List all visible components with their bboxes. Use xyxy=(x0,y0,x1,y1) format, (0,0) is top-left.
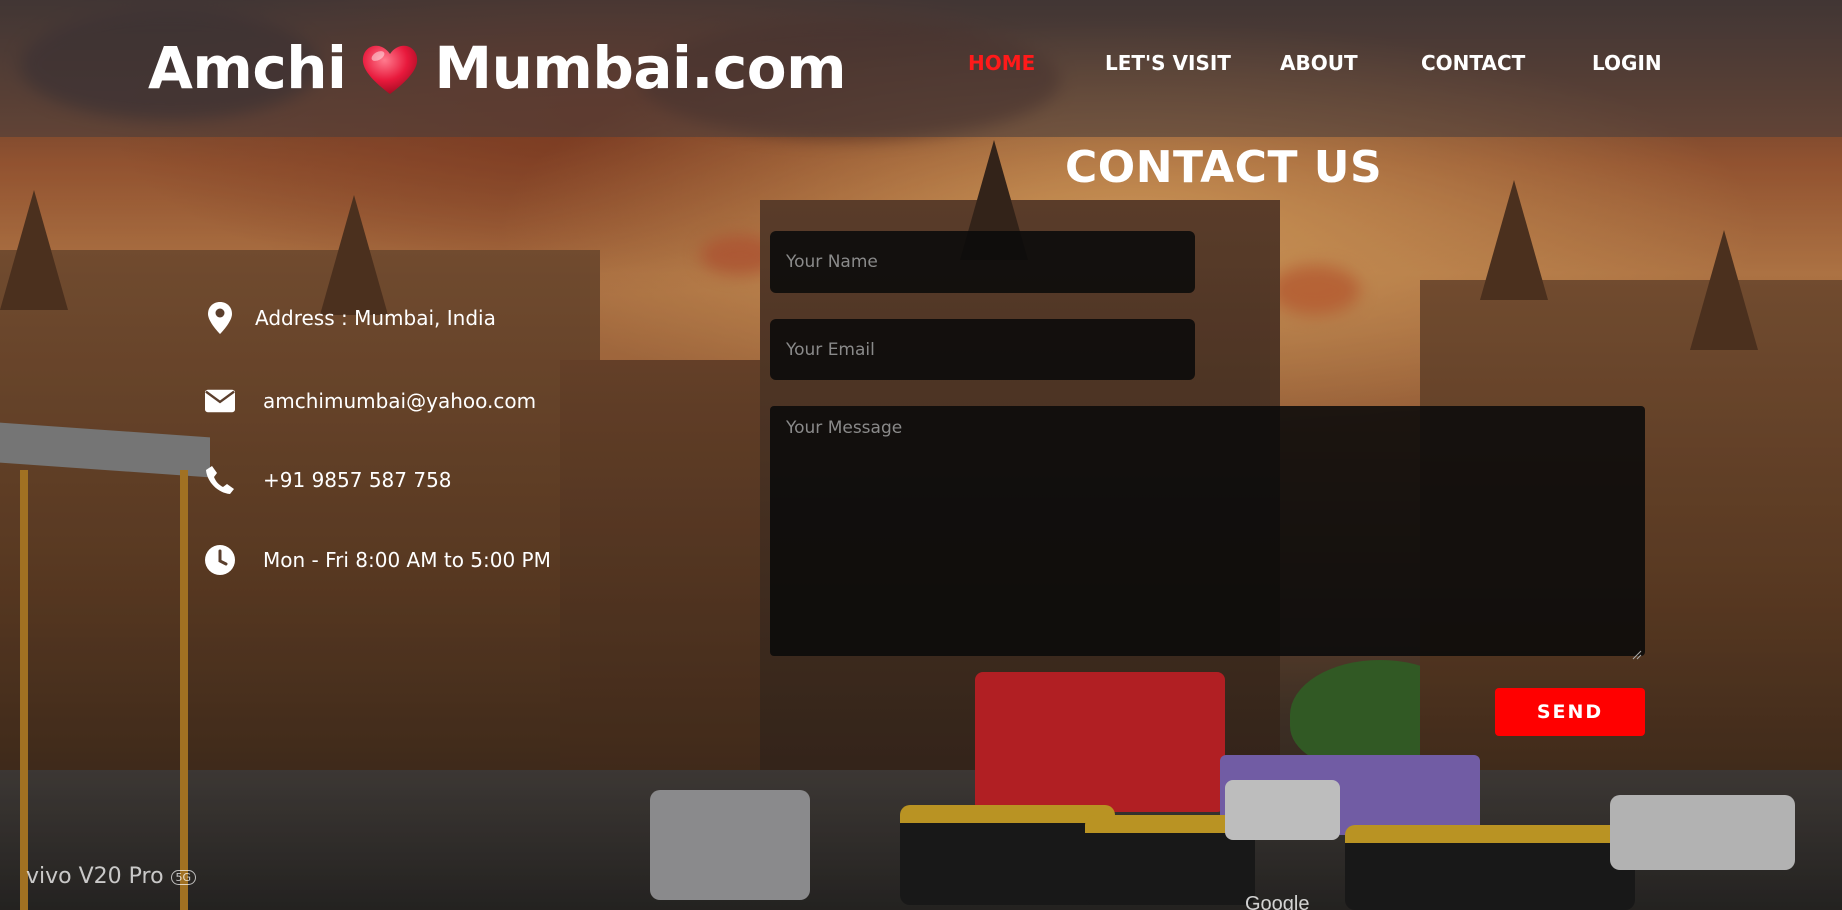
phone-text[interactable]: +91 9857 587 758 xyxy=(263,468,452,492)
resize-grip-icon[interactable] xyxy=(1630,647,1642,660)
nav-contact[interactable]: CONTACT xyxy=(1421,51,1525,75)
contact-phone: +91 9857 587 758 xyxy=(205,464,452,496)
nav-home[interactable]: HOME xyxy=(968,51,1035,75)
nav-login[interactable]: LOGIN xyxy=(1592,51,1662,75)
camera-watermark: vivo V20 Pro 5G xyxy=(26,864,197,889)
message-textarea[interactable] xyxy=(770,406,1645,656)
email-input[interactable] xyxy=(770,319,1195,380)
brand-logo[interactable]: Amchi Mumbai.com xyxy=(148,34,847,102)
email-text[interactable]: amchimumbai@yahoo.com xyxy=(263,389,536,413)
contact-email: amchimumbai@yahoo.com xyxy=(205,385,536,417)
map-watermark: Google xyxy=(1245,893,1310,910)
camera-watermark-text: vivo V20 Pro xyxy=(26,864,164,889)
contact-title: CONTACT US xyxy=(1065,142,1383,193)
heart-icon xyxy=(358,38,422,98)
camera-5g-badge: 5G xyxy=(170,869,197,885)
hours-text: Mon - Fri 8:00 AM to 5:00 PM xyxy=(263,548,551,572)
address-text: Address : Mumbai, India xyxy=(255,306,496,330)
clock-icon xyxy=(205,544,235,576)
brand-name-left: Amchi xyxy=(148,34,347,102)
contact-address: Address : Mumbai, India xyxy=(205,302,496,334)
envelope-icon xyxy=(205,385,235,417)
location-pin-icon xyxy=(205,302,235,334)
send-button[interactable]: SEND xyxy=(1495,688,1645,736)
nav-lets-visit[interactable]: LET'S VISIT xyxy=(1105,51,1231,75)
site-header: Amchi Mumbai.com HOME LET'S VISIT ABOUT … xyxy=(0,0,1842,137)
name-input[interactable] xyxy=(770,231,1195,293)
brand-name-right: Mumbai.com xyxy=(434,34,847,102)
nav-about[interactable]: ABOUT xyxy=(1280,51,1358,75)
contact-hours: Mon - Fri 8:00 AM to 5:00 PM xyxy=(205,544,551,576)
phone-icon xyxy=(205,464,235,496)
